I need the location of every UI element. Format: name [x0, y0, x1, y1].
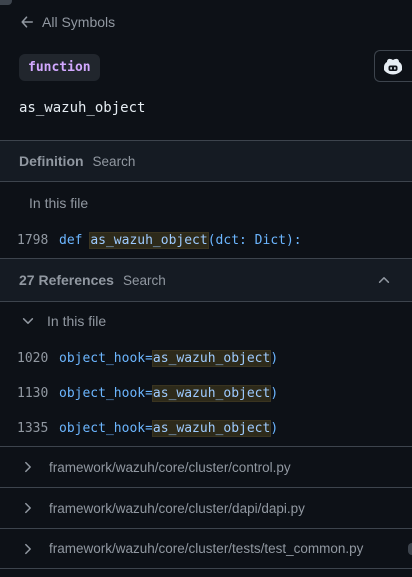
definition-scope-label: In this file: [29, 195, 89, 211]
symbol-kind-badge: function: [19, 54, 100, 81]
code-rest: (dct: Dict):: [207, 232, 302, 248]
all-symbols-back-link[interactable]: All Symbols: [20, 12, 115, 32]
panel-corner: [0, 0, 12, 5]
references-search-link[interactable]: Search: [123, 273, 166, 288]
code-prefix: object_hook=: [59, 385, 153, 401]
line-number: 1130: [17, 385, 49, 401]
definition-title: Definition: [19, 153, 84, 169]
copilot-icon: [384, 58, 402, 75]
references-scope-toggle[interactable]: In this file: [21, 311, 106, 331]
definition-code-line[interactable]: 1798 def as_wazuh_object(dct: Dict):: [0, 229, 412, 251]
copilot-button[interactable]: [374, 50, 412, 82]
reference-line[interactable]: 1335 object_hook=as_wazuh_object): [0, 417, 412, 439]
code-text: object_hook=as_wazuh_object): [59, 419, 279, 437]
scrollbar-thumb[interactable]: [408, 543, 412, 555]
back-link-label: All Symbols: [42, 14, 116, 30]
code-match-highlight: as_wazuh_object: [151, 384, 272, 402]
chevron-right-icon: [25, 502, 31, 514]
file-path: framework/wazuh/core/cluster/control.py: [49, 459, 291, 475]
references-scope-label: In this file: [47, 313, 107, 329]
code-text: object_hook=as_wazuh_object): [59, 349, 279, 367]
line-number: 1335: [17, 420, 49, 436]
definition-section-header[interactable]: Definition Search: [0, 140, 412, 182]
code-suffix: ): [270, 385, 279, 401]
code-text: def as_wazuh_object(dct: Dict):: [59, 231, 302, 249]
code-prefix: object_hook=: [59, 350, 153, 366]
chevron-down-icon: [22, 318, 34, 324]
chevron-right-icon: [25, 543, 31, 554]
file-path: framework/wazuh/core/cluster/tests/test_…: [49, 541, 364, 556]
reference-line[interactable]: 1130 object_hook=as_wazuh_object): [0, 382, 412, 404]
code-match-highlight: as_wazuh_object: [151, 349, 272, 367]
symbols-panel: All Symbols function as_wazuh_object Def…: [0, 0, 412, 577]
reference-file-row[interactable]: framework/wazuh/core/cluster/control.py: [0, 446, 412, 487]
chevron-up-icon[interactable]: [377, 273, 391, 287]
arrow-left-icon: [21, 16, 33, 28]
reference-file-row[interactable]: framework/wazuh/core/cluster/tests/test_…: [0, 528, 412, 569]
references-section-header[interactable]: 27 References Search: [0, 258, 412, 302]
code-prefix: object_hook=: [59, 420, 153, 436]
symbol-name: as_wazuh_object: [19, 100, 146, 116]
code-match-highlight: as_wazuh_object: [151, 419, 272, 437]
code-match-highlight: as_wazuh_object: [89, 231, 209, 249]
chevron-right-icon: [25, 461, 31, 473]
line-number: 1798: [17, 232, 49, 248]
reference-line[interactable]: 1020 object_hook=as_wazuh_object): [0, 347, 412, 369]
file-path: framework/wazuh/core/cluster/dapi/dapi.p…: [49, 500, 305, 516]
code-suffix: ): [270, 350, 279, 366]
code-text: object_hook=as_wazuh_object): [59, 384, 279, 402]
references-title: 27 References: [19, 272, 114, 288]
code-suffix: ): [270, 420, 279, 436]
definition-search-link[interactable]: Search: [93, 154, 136, 169]
code-keyword: def: [59, 232, 83, 248]
line-number: 1020: [17, 350, 49, 366]
reference-file-row[interactable]: framework/wazuh/core/cluster/dapi/dapi.p…: [0, 487, 412, 528]
